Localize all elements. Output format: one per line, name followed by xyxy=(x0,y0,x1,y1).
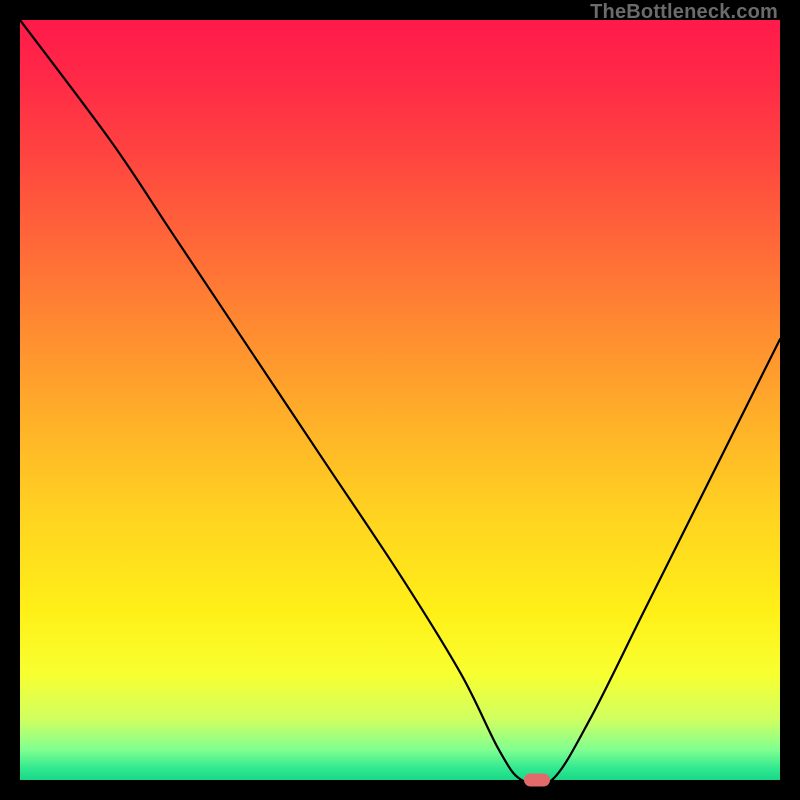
optimal-marker xyxy=(524,774,550,787)
plot-area xyxy=(20,20,780,780)
bottleneck-curve xyxy=(20,20,780,780)
chart-container: TheBottleneck.com xyxy=(0,0,800,800)
